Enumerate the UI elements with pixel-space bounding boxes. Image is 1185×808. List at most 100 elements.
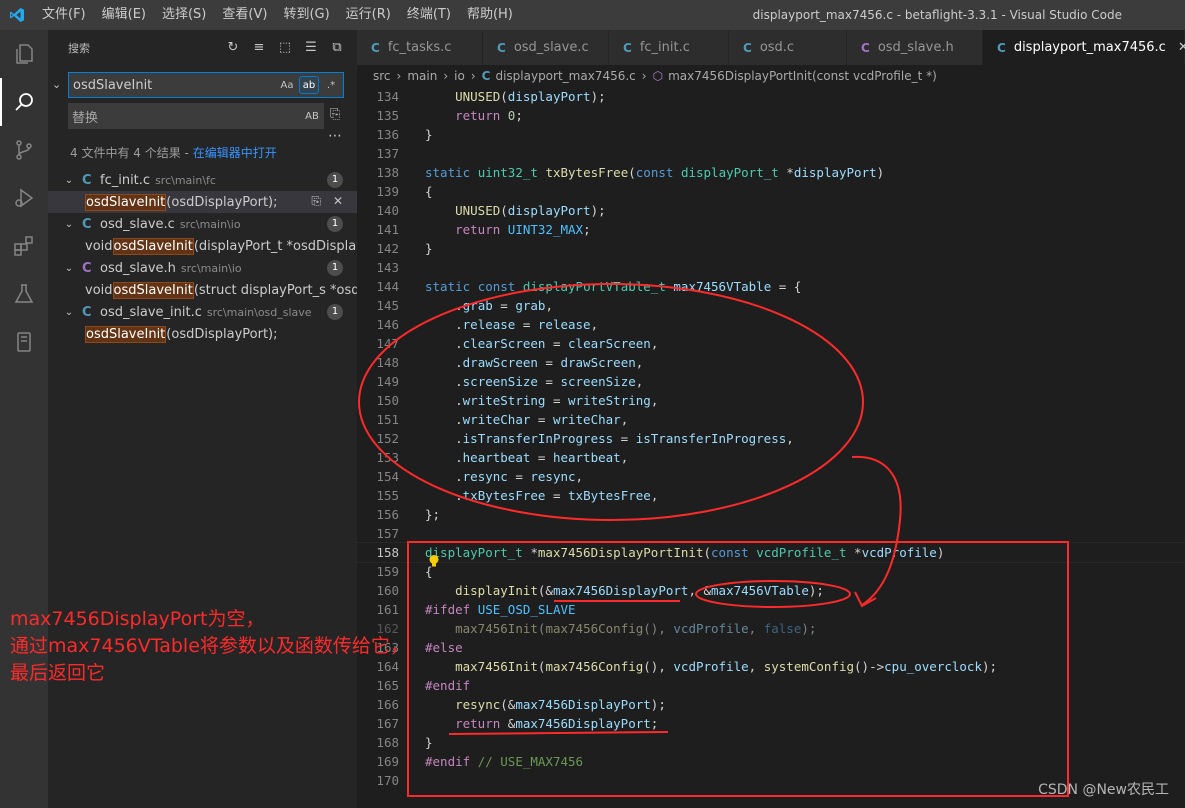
- result-file-row[interactable]: ⌄ C osd_slave.c src\main\io 1: [48, 213, 357, 235]
- code-line: 167 return &max7456DisplayPort;: [376, 716, 659, 731]
- collapse-all-icon[interactable]: ☰: [303, 39, 319, 55]
- code-editor[interactable]: 134 UNUSED(displayPort); 135 return 0; 1…: [356, 87, 1185, 808]
- replace-all-icon[interactable]: ⎘: [330, 107, 348, 125]
- match-whole-word-toggle[interactable]: ab: [299, 76, 319, 94]
- result-file-path: src\main\io: [179, 217, 241, 231]
- tab-osd-slave-h[interactable]: Cosd_slave.h: [847, 30, 983, 65]
- chevron-right-icon: ›: [641, 69, 647, 83]
- lightbulb-icon[interactable]: [427, 554, 441, 568]
- code-line: 155 .txBytesFree = txBytesFree,: [376, 488, 659, 503]
- menu-selection[interactable]: 选择(S): [154, 0, 214, 30]
- tab-fc-tasks[interactable]: Cfc_tasks.c: [357, 30, 483, 65]
- breadcrumb-symbol[interactable]: max7456DisplayPortInit(const vcdProfile_…: [668, 69, 937, 83]
- breadcrumb-io[interactable]: io: [454, 69, 465, 83]
- result-match-row[interactable]: osdSlaveInit (osdDisplayPort); ⎘ ✕: [48, 191, 357, 213]
- close-icon[interactable]: ✕: [1178, 40, 1185, 55]
- match-highlight: osdSlaveInit: [112, 281, 194, 299]
- chevron-right-icon: ›: [470, 69, 476, 83]
- code-line: 160 displayInit(&max7456DisplayPort, &ma…: [376, 583, 824, 598]
- tab-fc-init[interactable]: Cfc_init.c: [609, 30, 729, 65]
- tab-label: osd_slave.h: [877, 40, 954, 55]
- result-match-row[interactable]: osdSlaveInit (osdDisplayPort);: [48, 323, 357, 345]
- code-line: 166 resync(&max7456DisplayPort);: [376, 697, 666, 712]
- code-line: 142}: [376, 241, 433, 256]
- match-highlight: osdSlaveInit: [85, 193, 167, 211]
- match-suffix: (osdDisplayPort);: [166, 194, 278, 210]
- tab-label: osd.c: [759, 40, 795, 55]
- files-icon[interactable]: [0, 30, 48, 78]
- menu-file[interactable]: 文件(F): [34, 0, 94, 30]
- replace-placeholder[interactable]: 替换: [72, 107, 302, 126]
- c-header-file-icon: C: [82, 260, 92, 276]
- search-row: ⌄ osdSlaveInit Aa ab .*: [48, 72, 357, 100]
- code-line: 148 .drawScreen = drawScreen,: [376, 355, 644, 370]
- extensions-icon[interactable]: [0, 222, 48, 270]
- result-file-row[interactable]: ⌄ C osd_slave.h src\main\io 1: [48, 257, 357, 279]
- result-match-row[interactable]: void osdSlaveInit (struct displayPort_s *…: [48, 279, 357, 301]
- new-search-editor-icon[interactable]: ⬚: [277, 39, 293, 55]
- tab-label: osd_slave.c: [513, 40, 589, 55]
- preserve-case-toggle[interactable]: AB: [302, 107, 322, 125]
- result-file-path: src\main\osd_slave: [206, 305, 312, 319]
- menu-go[interactable]: 转到(G): [275, 0, 337, 30]
- use-regex-toggle[interactable]: .*: [321, 76, 341, 94]
- chevron-down-icon[interactable]: ⌄: [62, 219, 76, 230]
- tab-osd-c[interactable]: Cosd.c: [729, 30, 847, 65]
- c-file-icon: C: [82, 304, 92, 320]
- code-line: 144 static const displayPortVTable_t max7…: [376, 279, 802, 294]
- menu-edit[interactable]: 编辑(E): [94, 0, 154, 30]
- code-line: 161 #ifdef USE_OSD_SLAVE: [376, 602, 576, 617]
- menu-help[interactable]: 帮助(H): [459, 0, 521, 30]
- breadcrumb-file[interactable]: displayport_max7456.c: [495, 69, 635, 83]
- match-prefix: void: [85, 282, 113, 298]
- code-line: 162 max7456Init(max7456Config(), vcdProf…: [376, 621, 817, 636]
- code-line: 165 #endif: [376, 678, 471, 693]
- result-file-row[interactable]: ⌄ C osd_slave_init.c src\main\osd_slave …: [48, 301, 357, 323]
- breadcrumb-src[interactable]: src: [373, 69, 391, 83]
- tab-displayport-max7456[interactable]: Cdisplayport_max7456.c ✕: [983, 30, 1185, 65]
- chevron-down-icon[interactable]: ⌄: [52, 78, 66, 92]
- result-count-badge: 1: [327, 216, 343, 232]
- clear-results-icon[interactable]: ≡: [251, 39, 267, 55]
- code-line: 135 return 0;: [376, 108, 523, 123]
- c-file-icon: C: [82, 172, 92, 188]
- breadcrumb-main[interactable]: main: [407, 69, 437, 83]
- result-count-badge: 1: [327, 260, 343, 276]
- result-file-row[interactable]: ⌄ C fc_init.c src\main\fc 1: [48, 169, 357, 191]
- watermark: CSDN @New农民工: [1038, 782, 1169, 798]
- tab-osd-slave-c[interactable]: Cosd_slave.c: [483, 30, 609, 65]
- run-debug-icon[interactable]: [0, 174, 48, 222]
- more-options-icon[interactable]: ⋯: [328, 128, 343, 144]
- function-symbol-icon: ⬡: [652, 69, 664, 83]
- open-in-editor-link[interactable]: 在编辑器中打开: [193, 146, 277, 160]
- menu-run[interactable]: 运行(R): [338, 0, 399, 30]
- view-as-tree-icon[interactable]: ⧉: [329, 39, 345, 55]
- search-icon[interactable]: [0, 78, 48, 126]
- chevron-down-icon[interactable]: ⌄: [62, 175, 76, 186]
- search-input[interactable]: osdSlaveInit Aa ab .*: [68, 72, 344, 98]
- replace-input[interactable]: 替换 AB: [68, 103, 324, 129]
- source-control-icon[interactable]: [0, 126, 48, 174]
- code-line: 169 #endif // USE_MAX7456: [376, 754, 584, 769]
- replace-icon[interactable]: ⎘: [311, 194, 321, 209]
- chevron-right-icon: ›: [396, 69, 402, 83]
- testing-icon[interactable]: [0, 270, 48, 318]
- match-prefix: void: [85, 238, 113, 254]
- dismiss-icon[interactable]: ✕: [333, 194, 343, 209]
- code-line: 147 .clearScreen = clearScreen,: [376, 336, 659, 351]
- result-count-badge: 1: [327, 304, 343, 320]
- vscode-logo-icon: [0, 0, 34, 30]
- menu-terminal[interactable]: 终端(T): [399, 0, 459, 30]
- code-line: 150 .writeString = writeString,: [376, 393, 659, 408]
- tab-label: displayport_max7456.c: [1013, 40, 1166, 55]
- chevron-down-icon[interactable]: ⌄: [62, 307, 76, 318]
- result-match-row[interactable]: void osdSlaveInit (displayPort_t *osdDisp…: [48, 235, 357, 257]
- chevron-down-icon[interactable]: ⌄: [62, 263, 76, 274]
- results-summary: 4 文件中有 4 个结果 - 在编辑器中打开: [70, 144, 277, 161]
- device-icon[interactable]: [0, 318, 48, 366]
- menu-view[interactable]: 查看(V): [214, 0, 275, 30]
- match-case-toggle[interactable]: Aa: [277, 76, 297, 94]
- refresh-icon[interactable]: ↻: [225, 39, 241, 55]
- search-input-value[interactable]: osdSlaveInit: [73, 78, 277, 93]
- match-suffix: (displayPort_t *osdDisplayPo...: [193, 238, 357, 254]
